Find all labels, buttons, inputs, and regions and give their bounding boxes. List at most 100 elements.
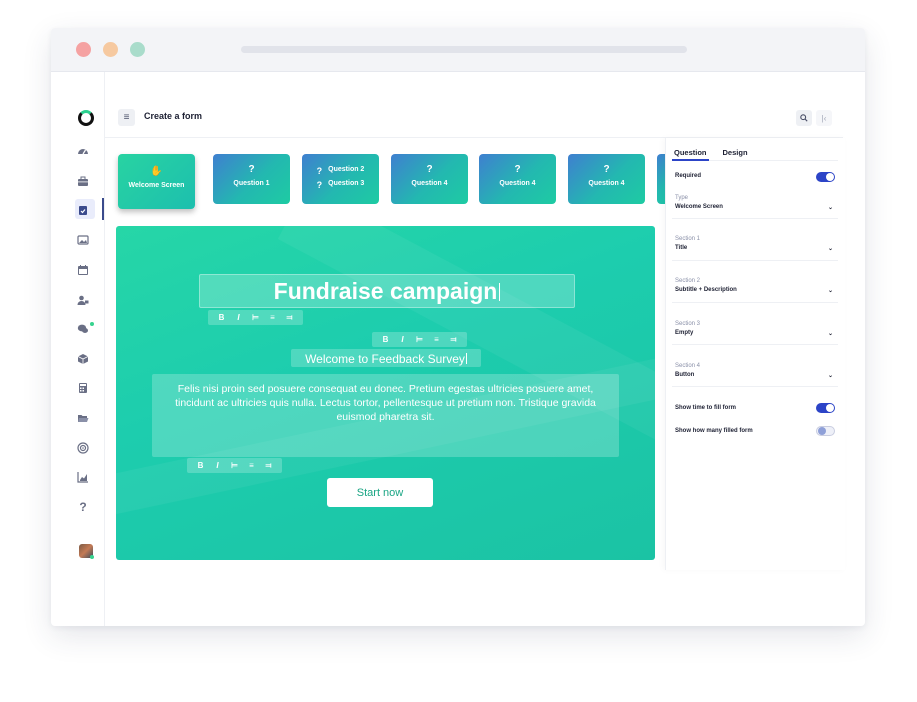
question-icon: ?: [248, 164, 255, 175]
form-title: Fundraise campaign: [273, 278, 498, 304]
description-field[interactable]: Felis nisi proin sed posuere consequat e…: [152, 374, 619, 457]
chart-icon[interactable]: [75, 469, 91, 485]
search-button[interactable]: [796, 110, 812, 126]
section-label: Section 3: [675, 321, 701, 327]
chevron-down-icon: ⌄: [827, 246, 833, 252]
bold-button[interactable]: B: [377, 335, 394, 344]
align-left-button[interactable]: ⊨: [247, 313, 264, 322]
show-time-label: Show time to fill form: [675, 405, 736, 411]
briefcase-icon[interactable]: [75, 173, 91, 189]
card-question-4[interactable]: ? Question 4: [391, 154, 468, 204]
italic-button[interactable]: I: [394, 335, 411, 344]
tab-design[interactable]: Design: [723, 148, 748, 157]
type-label: Type: [675, 195, 689, 201]
text-caret: [465, 353, 467, 364]
section-3-select[interactable]: Section 3 Empty ⌄: [675, 321, 835, 337]
collapse-panel-button[interactable]: |‹: [816, 110, 832, 126]
section-label: Section 1: [675, 236, 701, 242]
clipboard-check-icon[interactable]: [75, 202, 91, 218]
question-icon: ?: [316, 180, 323, 190]
card-question-2-3[interactable]: ? Question 2 ? Question 3: [302, 154, 379, 204]
folder-open-icon[interactable]: [75, 410, 91, 426]
calendar-icon[interactable]: [75, 262, 91, 278]
italic-button[interactable]: I: [209, 461, 226, 470]
card-question-4b[interactable]: ? Question 4: [479, 154, 556, 204]
section-label: Section 2: [675, 278, 701, 284]
chat-notification-dot: [90, 322, 94, 326]
toggle-knob: [826, 173, 834, 181]
divider: [672, 218, 838, 219]
card-question-4c[interactable]: ? Question 4: [568, 154, 645, 204]
section-1-select[interactable]: Section 1 Title ⌄: [675, 236, 835, 252]
align-center-button[interactable]: ≡: [264, 313, 281, 322]
card-welcome-screen[interactable]: ✋ Welcome Screen: [118, 154, 195, 209]
card-label: Question 4: [411, 180, 448, 187]
app-logo[interactable]: [78, 110, 94, 126]
chevron-down-icon: ⌄: [827, 205, 833, 211]
section-value: Title: [675, 245, 688, 251]
chevron-down-icon: ⌄: [827, 331, 833, 337]
bold-button[interactable]: B: [213, 313, 230, 322]
align-right-button[interactable]: ⫤: [281, 313, 298, 323]
toggle-knob: [826, 404, 834, 412]
show-count-toggle[interactable]: [816, 426, 835, 436]
form-subtitle: Welcome to Feedback Survey: [305, 352, 465, 366]
tab-question[interactable]: Question: [674, 148, 707, 157]
align-left-button[interactable]: ⊨: [226, 461, 243, 470]
card-partial[interactable]: [657, 154, 665, 204]
chat-bubbles-icon[interactable]: [75, 321, 91, 337]
toggle-knob: [818, 427, 826, 435]
minimize-window-dot[interactable]: [103, 42, 118, 57]
card-label: Question 4: [499, 180, 536, 187]
section-value: Empty: [675, 330, 694, 336]
search-icon: [800, 114, 808, 122]
chevron-down-icon: ⌄: [827, 373, 833, 379]
align-right-button[interactable]: ⫤: [445, 335, 462, 345]
section-value: Button: [675, 372, 695, 378]
browser-window: ? ≡ Create a form |‹ ✋ Welcome Screen ? …: [51, 28, 865, 626]
description-format-toolbar: B I ⊨ ≡ ⫤: [187, 458, 282, 473]
section-4-select[interactable]: Section 4 Button ⌄: [675, 363, 835, 379]
active-tab-indicator: [672, 159, 709, 161]
bold-button[interactable]: B: [192, 461, 209, 470]
subtitle-field[interactable]: Welcome to Feedback Survey: [291, 349, 481, 367]
menu-toggle-button[interactable]: ≡: [118, 109, 135, 126]
card-label: Question 2: [328, 166, 365, 173]
calculator-icon[interactable]: [75, 380, 91, 396]
card-label: Question 3: [328, 180, 365, 187]
dashboard-gauge-icon[interactable]: [75, 143, 91, 159]
section-2-select[interactable]: Section 2 Subtitle + Description ⌄: [675, 278, 835, 294]
settings-panel: Question Design Required Type Welcome Sc…: [665, 138, 845, 570]
maximize-window-dot[interactable]: [130, 42, 145, 57]
image-gallery-icon[interactable]: [75, 232, 91, 248]
sidebar-active-indicator: [102, 198, 104, 220]
question-icon: ?: [514, 164, 521, 175]
title-field[interactable]: Fundraise campaign: [199, 274, 575, 308]
help-question-icon[interactable]: ?: [75, 499, 91, 515]
align-center-button[interactable]: ≡: [428, 335, 445, 344]
user-lock-icon[interactable]: [75, 292, 91, 308]
start-now-button[interactable]: Start now: [327, 478, 433, 507]
section-value: Subtitle + Description: [675, 287, 737, 293]
top-bar: ≡ Create a form |‹: [105, 100, 843, 138]
align-left-button[interactable]: ⊨: [411, 335, 428, 344]
target-icon[interactable]: [75, 440, 91, 456]
card-question-1[interactable]: ? Question 1: [213, 154, 290, 204]
show-time-toggle[interactable]: [816, 403, 835, 413]
close-window-dot[interactable]: [76, 42, 91, 57]
align-center-button[interactable]: ≡: [243, 461, 260, 470]
hamburger-icon: ≡: [123, 112, 130, 123]
question-cards-strip: ✋ Welcome Screen ? Question 1 ? Question …: [105, 138, 665, 218]
divider: [672, 344, 838, 345]
section-label: Section 4: [675, 363, 701, 369]
align-right-button[interactable]: ⫤: [260, 461, 277, 471]
cube-icon[interactable]: [75, 351, 91, 367]
required-toggle[interactable]: [816, 172, 835, 182]
type-select[interactable]: Type Welcome Screen ⌄: [675, 195, 835, 211]
welcome-screen-canvas: Fundraise campaign B I ⊨ ≡ ⫤ B I ⊨ ≡ ⫤ W…: [116, 226, 655, 560]
browser-titlebar: [51, 28, 865, 72]
address-bar[interactable]: [241, 46, 687, 53]
italic-button[interactable]: I: [230, 313, 247, 322]
divider: [672, 260, 838, 261]
question-icon: ?: [426, 164, 433, 175]
